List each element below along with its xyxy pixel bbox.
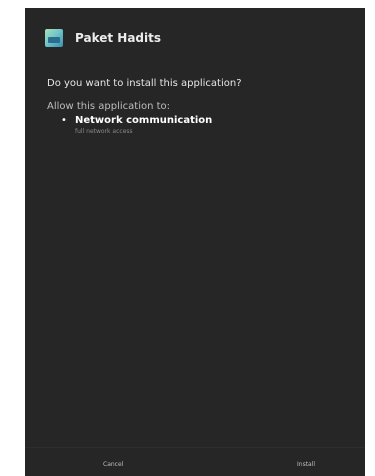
button-divider <box>25 447 365 448</box>
permission-description: full network access <box>75 128 133 135</box>
permission-text: Network communication full network acces… <box>75 115 212 135</box>
permission-title: Network communication <box>75 115 213 126</box>
permission-item: • Network communication full network acc… <box>61 115 347 135</box>
app-header: Paket Hadits <box>25 8 365 68</box>
bullet-icon: • <box>61 115 67 126</box>
allow-label: Allow this application to: <box>47 101 171 112</box>
install-dialog-screen: Paket Hadits Do you want to install this… <box>25 8 365 476</box>
app-launcher-icon <box>45 29 63 47</box>
app-name: Paket Hadits <box>75 31 162 45</box>
install-content: Do you want to install this application?… <box>47 78 347 135</box>
install-button[interactable]: Install <box>293 459 319 470</box>
install-question: Do you want to install this application? <box>47 78 242 89</box>
cancel-button[interactable]: Cancel <box>99 459 127 470</box>
